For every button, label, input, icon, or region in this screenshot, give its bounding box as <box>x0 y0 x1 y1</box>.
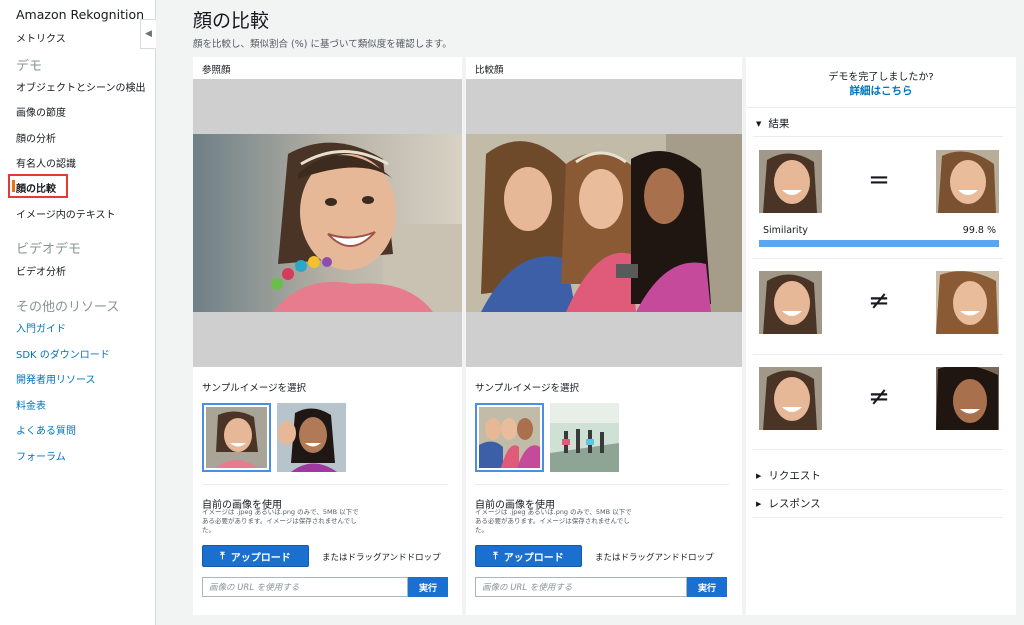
request-separator <box>753 489 1003 490</box>
reference-face-label: 参照顔 <box>202 65 231 76</box>
request-label: リクエスト <box>768 470 821 482</box>
reference-face-crop <box>759 271 822 334</box>
sidebar-item-video-analysis[interactable]: ビデオ分析 <box>16 263 66 278</box>
match-equal-symbol: = <box>868 165 890 195</box>
similarity-bar <box>759 240 999 247</box>
unmatched-face-crop <box>936 367 999 430</box>
comparison-drag-drop-text: またはドラッグアンドドロップ <box>595 553 714 563</box>
result-row-separator <box>753 449 1003 450</box>
caret-down-icon: ▼ <box>756 119 762 128</box>
comparison-result-row-nonmatch-1: ≠ <box>759 271 999 335</box>
sidebar-title[interactable]: Amazon Rekognition <box>16 7 144 22</box>
comparison-sample-label: サンプルイメージを選択 <box>475 383 580 394</box>
comparison-own-image-desc: イメージは .jpeg あるいは.png のみで、5MB 以下である必要がありま… <box>475 508 632 534</box>
comparison-face-label: 比較顔 <box>475 65 504 76</box>
sidebar-section-video: ビデオデモ <box>16 242 82 257</box>
similarity-value: 99.8 % <box>962 225 996 236</box>
reference-go-button[interactable]: 実行 <box>408 577 448 597</box>
nonmatch-symbol: ≠ <box>868 382 890 412</box>
reference-photo <box>193 134 462 312</box>
comparison-url-input[interactable]: 画像の URL を使用する <box>475 577 687 597</box>
nonmatch-symbol: ≠ <box>868 286 890 316</box>
reference-face-crop <box>759 367 822 430</box>
reference-divider <box>202 484 448 485</box>
similarity-bar-fill <box>759 240 999 247</box>
reference-drag-drop-text: またはドラッグアンドドロップ <box>322 553 441 563</box>
reference-url-input[interactable]: 画像の URL を使用する <box>202 577 408 597</box>
sidebar-link-pricing[interactable]: 料金表 <box>16 397 46 412</box>
comparison-sample-thumb-1[interactable] <box>475 403 544 472</box>
unmatched-face-crop <box>936 271 999 334</box>
result-row-separator <box>753 354 1003 355</box>
sidebar-link-developer-resources[interactable]: 開発者用リソース <box>16 371 96 386</box>
response-label: レスポンス <box>768 498 821 510</box>
active-item-indicator <box>12 180 15 192</box>
sidebar: Amazon Rekognition メトリクス デモ オブジェクトとシーンの検… <box>0 0 156 625</box>
comparison-result-row-match: = <box>759 150 999 214</box>
comparison-photo <box>466 134 742 312</box>
results-separator <box>746 107 1016 108</box>
sidebar-item-moderation[interactable]: 画像の節度 <box>16 104 66 119</box>
comparison-panel: 比較顔 サンプルイメージを選択 自前の画像を使用 イメージは .jpeg あるい… <box>466 57 742 615</box>
result-row-separator <box>753 258 1003 259</box>
results-panel: デモを完了しましたか? 詳細はこちら ▼ 結果 = Similarity 99.… <box>746 57 1016 615</box>
caret-right-icon: ▶ <box>756 499 762 508</box>
comparison-divider <box>475 484 729 485</box>
results-section-toggle[interactable]: ▼ 結果 <box>756 116 789 131</box>
reference-sample-label: サンプルイメージを選択 <box>202 383 307 394</box>
reference-sample-thumb-1[interactable] <box>202 403 271 472</box>
page-description: 顔を比較し、類似割合 (%) に基づいて類似度を確認します。 <box>193 39 452 50</box>
results-label: 結果 <box>768 118 790 130</box>
reference-sample-thumb-2[interactable] <box>277 403 346 472</box>
sidebar-item-face-analysis[interactable]: 顔の分析 <box>16 130 56 145</box>
sidebar-item-text-in-image[interactable]: イメージ内のテキスト <box>16 206 116 221</box>
sidebar-link-forum[interactable]: フォーラム <box>16 448 66 463</box>
comparison-image-area[interactable] <box>466 79 742 367</box>
details-link[interactable]: 詳細はこちら <box>746 83 1016 98</box>
sidebar-section-demo: デモ <box>16 59 43 74</box>
upload-icon: ⤒ <box>220 550 225 562</box>
sidebar-item-metrics[interactable]: メトリクス <box>16 30 66 45</box>
caret-right-icon: ▶ <box>756 471 762 480</box>
reference-face-crop <box>759 150 822 213</box>
demo-done-question: デモを完了しましたか? <box>828 72 934 83</box>
sidebar-section-resources: その他のリソース <box>16 300 120 315</box>
comparison-result-row-nonmatch-2: ≠ <box>759 367 999 431</box>
sidebar-item-object-detection[interactable]: オブジェクトとシーンの検出 <box>16 79 146 94</box>
reference-upload-label: アップロード <box>230 552 291 564</box>
response-section-toggle[interactable]: ▶ レスポンス <box>756 496 821 511</box>
comparison-upload-label: アップロード <box>503 552 564 564</box>
response-separator <box>753 517 1003 518</box>
comparison-sample-thumb-2[interactable] <box>550 403 619 472</box>
reference-panel: 参照顔 サンプルイメージを選択 自前の画像を使用 イメージは .jpeg あるい… <box>193 57 462 615</box>
similarity-label: Similarity <box>763 225 808 236</box>
sidebar-item-celebrity[interactable]: 有名人の認識 <box>16 155 76 170</box>
results-head-separator <box>753 136 1003 137</box>
comparison-upload-button[interactable]: ⤒ アップロード <box>475 545 582 567</box>
sidebar-link-sdk-download[interactable]: SDK のダウンロード <box>16 346 110 361</box>
reference-own-image-desc: イメージは .jpeg あるいは.png のみで、5MB 以下である必要がありま… <box>202 508 359 534</box>
request-section-toggle[interactable]: ▶ リクエスト <box>756 468 821 483</box>
sidebar-collapse-button[interactable]: ◀ <box>140 19 156 49</box>
sidebar-link-faq[interactable]: よくある質問 <box>16 422 76 437</box>
sidebar-item-face-compare[interactable]: 顔の比較 <box>16 180 56 195</box>
reference-image-area[interactable] <box>193 79 462 367</box>
sidebar-link-getting-started[interactable]: 入門ガイド <box>16 320 66 335</box>
chevron-left-icon: ◀ <box>145 29 152 39</box>
upload-icon: ⤒ <box>493 550 498 562</box>
page-title: 顔の比較 <box>193 10 270 32</box>
comparison-go-button[interactable]: 実行 <box>687 577 727 597</box>
matched-face-crop <box>936 150 999 213</box>
reference-upload-button[interactable]: ⤒ アップロード <box>202 545 309 567</box>
